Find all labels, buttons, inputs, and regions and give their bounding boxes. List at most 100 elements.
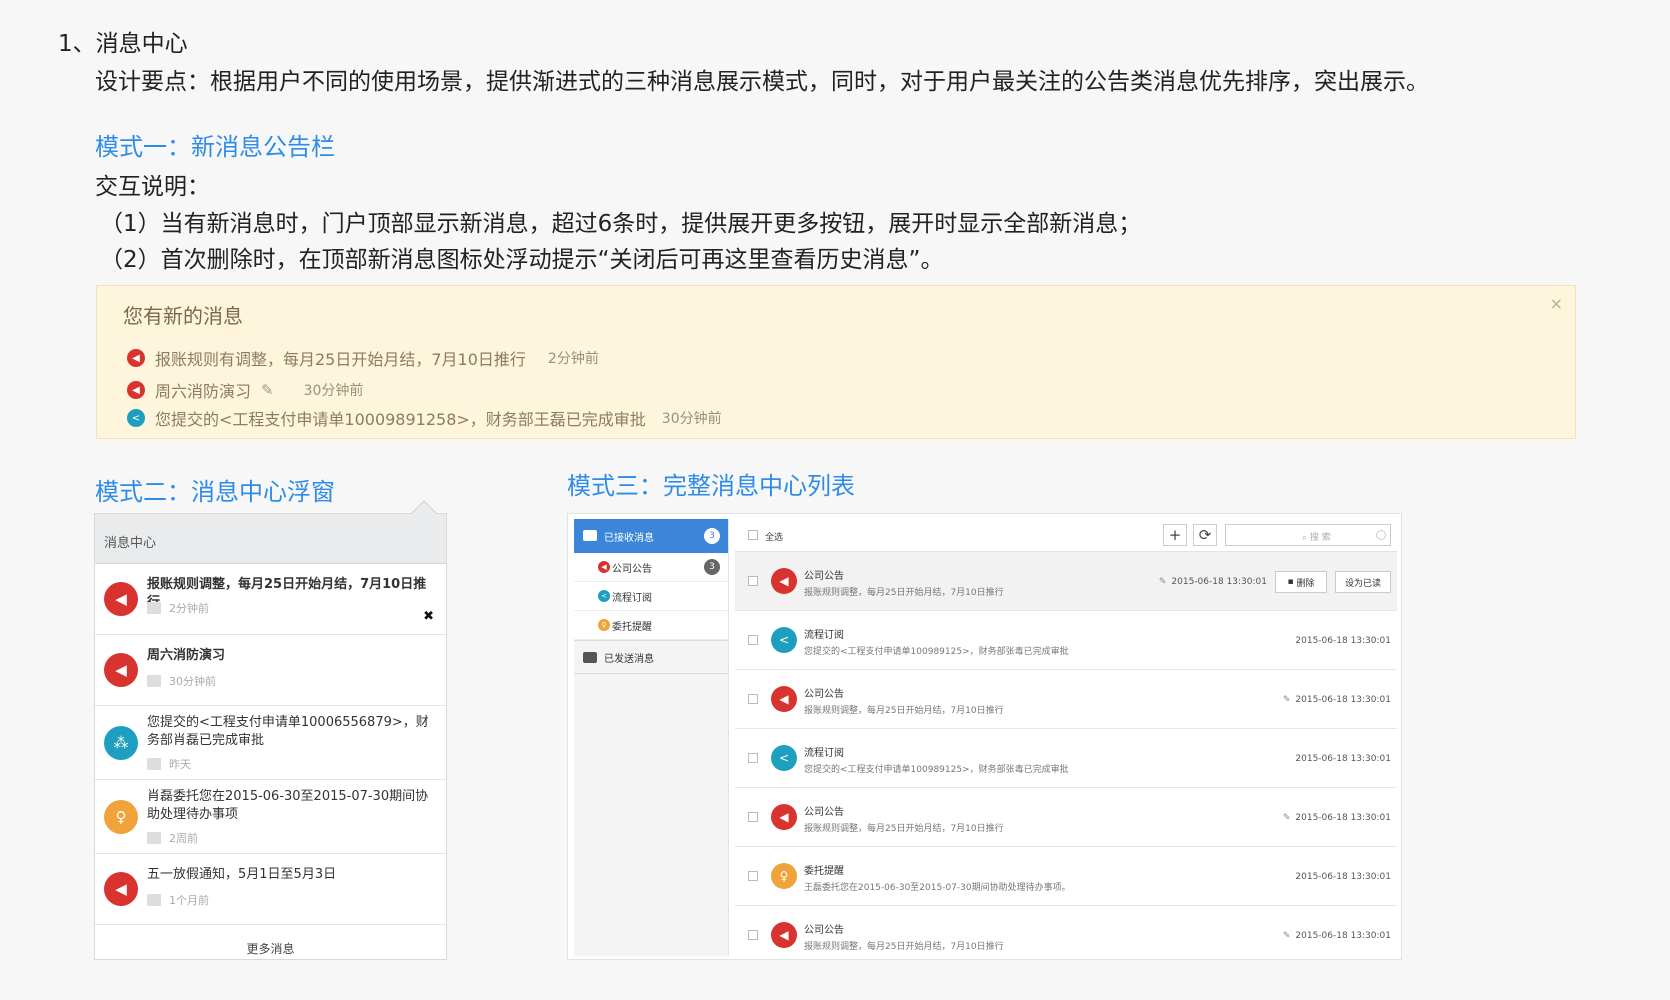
trash-icon: ▪ [1287, 577, 1297, 587]
row-checkbox[interactable] [748, 753, 758, 763]
delete-icon[interactable]: ✖ [423, 609, 434, 624]
notice-item[interactable]: ◀ 周六消防演习 ✎ 30分钟前 [127, 378, 363, 402]
share-icon: < [771, 745, 797, 771]
megaphone-icon: ◀ [771, 804, 797, 830]
message-text: 周六消防演习 [147, 648, 226, 663]
workflow-icon: ⁂ [104, 726, 138, 760]
table-row[interactable]: ◀ 公司公告 报账规则调整，每月25日开始月结，7月10日推行 ✎ 2015-06… [735, 906, 1397, 965]
popup-message-item[interactable]: ⁂ 您提交的<工程支付申请单10006556879>，财务部肖磊已完成审批 昨天 [95, 706, 446, 780]
calendar-icon [147, 832, 161, 844]
row-summary: 报账规则调整，每月25日开始月结，7月10日推行 [804, 706, 1004, 716]
popup-message-item[interactable]: ♀ 肖磊委托您在2015-06-30至2015-07-30期间协助处理待办事项 … [95, 780, 446, 854]
row-summary: 报账规则调整，每月25日开始月结，7月10日推行 [804, 824, 1004, 834]
megaphone-icon: ◀ [771, 686, 797, 712]
calendar-icon [147, 602, 161, 614]
megaphone-icon: ◀ [127, 381, 145, 399]
share-icon: < [771, 627, 797, 653]
table-row[interactable]: < 流程订阅 您提交的<工程支付申请单100989125>，财务部张毒已完成审批… [735, 611, 1397, 670]
notice-item-text: 您提交的<工程支付申请单10009891258>，财务部王磊已完成审批 [155, 410, 646, 429]
megaphone-icon: ◀ [771, 568, 797, 594]
search-input[interactable]: ⌕ 搜 索 [1225, 524, 1391, 546]
message-text: 五一放假通知，5月1日至5月3日 [147, 867, 337, 882]
share-icon: < [127, 409, 145, 427]
mark-read-button[interactable]: 设为已读 [1335, 571, 1391, 593]
close-icon[interactable]: × [1550, 294, 1563, 313]
table-row[interactable]: < 流程订阅 您提交的<工程支付申请单100989125>，财务部张毒已完成审批… [735, 729, 1397, 788]
popup-message-item[interactable]: ◀ 周六消防演习 30分钟前 [95, 635, 446, 706]
notice-item-time: 30分钟前 [661, 411, 722, 427]
interaction-line-1: （1）当有新消息时，门户顶部显示新消息，超过6条时，提供展开更多按钮，展开时显示… [100, 211, 1142, 237]
row-category: 公司公告 [804, 807, 844, 818]
search-icon: ⌕ [1302, 533, 1310, 543]
table-row[interactable]: ♀ 委托提醒 王磊委托您在2015-06-30至2015-07-30期间协助处理… [735, 847, 1397, 906]
delegate-icon: ♀ [771, 863, 797, 889]
megaphone-icon: ◀ [127, 349, 145, 367]
row-summary: 您提交的<工程支付申请单100989125>，财务部张毒已完成审批 [804, 647, 1069, 657]
paperclip-icon: ✎ [1282, 813, 1291, 823]
message-time: 昨天 [147, 756, 191, 772]
notice-item-text: 报账规则有调整，每月25日开始月结，7月10日推行 [155, 350, 526, 369]
popup-header: 消息中心 [95, 514, 446, 564]
row-category: 流程订阅 [804, 748, 844, 759]
message-text: 肖磊委托您在2015-06-30至2015-07-30期间协助处理待办事项 [147, 789, 429, 822]
sidebar-item-inbox[interactable]: 已接收消息 3 [574, 519, 728, 553]
delete-button[interactable]: ▪ 删除 [1275, 571, 1327, 593]
row-checkbox[interactable] [748, 871, 758, 881]
popup-message-item[interactable]: ◀ 报账规则调整，每月25日开始月结，7月10日推行 2分钟前 ✖ [95, 564, 446, 635]
list-toolbar: 全选 + ⟳ ⌕ 搜 索 [735, 519, 1397, 552]
message-sidebar: 已接收消息 3 ◀ 公司公告 3 < 流程订阅 ♀ 委托提醒 已发送消息 [574, 519, 729, 956]
notice-item[interactable]: ◀ 报账规则有调整，每月25日开始月结，7月10日推行 2分钟前 [127, 346, 599, 370]
select-all-checkbox[interactable] [748, 530, 758, 540]
more-messages-link[interactable]: 更多消息 [95, 925, 446, 957]
mode2-title: 模式二：消息中心浮窗 [95, 478, 335, 506]
row-date: 2015-06-18 13:30:01 [1295, 636, 1391, 646]
sidebar-item-workflow[interactable]: < 流程订阅 [574, 582, 728, 611]
megaphone-icon: ◀ [104, 653, 138, 687]
interaction-line-2: （2）首次删除时，在顶部新消息图标处浮动提示“关闭后可再这里查看历史消息”。 [100, 247, 944, 273]
row-summary: 您提交的<工程支付申请单100989125>，财务部张毒已完成审批 [804, 765, 1069, 775]
message-time: 2周前 [147, 830, 198, 846]
calendar-icon [147, 758, 161, 770]
announcement-count-badge: 3 [704, 559, 720, 575]
row-checkbox[interactable] [748, 812, 758, 822]
row-date: ✎ 2015-06-18 13:30:01 [1158, 577, 1267, 587]
design-note: 设计要点：根据用户不同的使用场景，提供渐进式的三种消息展示模式，同时，对于用户最… [95, 69, 1429, 95]
row-date: ✎ 2015-06-18 13:30:01 [1282, 695, 1391, 705]
sidebar-item-sent[interactable]: 已发送消息 [574, 640, 728, 674]
row-date: 2015-06-18 13:30:01 [1295, 872, 1391, 882]
share-icon: < [598, 590, 610, 602]
notice-item-time: 2分钟前 [547, 351, 599, 367]
row-summary: 王磊委托您在2015-06-30至2015-07-30期间协助处理待办事项。 [804, 883, 1071, 893]
row-category: 公司公告 [804, 689, 844, 700]
row-category: 委托提醒 [804, 866, 844, 877]
paperclip-icon: ✎ [1282, 695, 1291, 705]
add-button[interactable]: + [1163, 524, 1187, 546]
paperclip-icon: ✎ [1282, 931, 1291, 941]
row-checkbox[interactable] [748, 694, 758, 704]
table-row[interactable]: ◀ 公司公告 报账规则调整，每月25日开始月结，7月10日推行 ✎ 2015-06… [735, 788, 1397, 847]
row-summary: 报账规则调整，每月25日开始月结，7月10日推行 [804, 942, 1004, 952]
inbox-count-badge: 3 [704, 528, 720, 544]
message-time: 2分钟前 [147, 600, 209, 616]
row-checkbox[interactable] [748, 635, 758, 645]
table-row[interactable]: ◀ 公司公告 报账规则调整，每月25日开始月结，7月10日推行 ✎ 2015-06… [735, 670, 1397, 729]
mode1-title: 模式一：新消息公告栏 [95, 133, 335, 161]
megaphone-icon: ◀ [104, 582, 138, 616]
message-list-main: 全选 + ⟳ ⌕ 搜 索 ◀ 公司公告 报账规则调整，每月25日开始月结，7月1… [735, 519, 1397, 956]
message-time: 30分钟前 [147, 673, 216, 689]
notice-item[interactable]: < 您提交的<工程支付申请单10009891258>，财务部王磊已完成审批 30… [127, 406, 722, 430]
clear-icon[interactable] [1376, 530, 1386, 540]
delegate-icon: ♀ [104, 800, 138, 834]
row-checkbox[interactable] [748, 576, 758, 586]
row-date: 2015-06-18 13:30:01 [1295, 754, 1391, 764]
refresh-button[interactable]: ⟳ [1193, 524, 1217, 546]
sidebar-item-announcements[interactable]: ◀ 公司公告 3 [574, 553, 728, 582]
row-checkbox[interactable] [748, 930, 758, 940]
table-row[interactable]: ◀ 公司公告 报账规则调整，每月25日开始月结，7月10日推行 ✎ 2015-06… [735, 552, 1397, 611]
new-message-notice-bar: 您有新的消息 × ◀ 报账规则有调整，每月25日开始月结，7月10日推行 2分钟… [96, 285, 1576, 439]
sidebar-item-delegation[interactable]: ♀ 委托提醒 [574, 611, 728, 640]
row-date: ✎ 2015-06-18 13:30:01 [1282, 813, 1391, 823]
popup-message-item[interactable]: ◀ 五一放假通知，5月1日至5月3日 1个月前 [95, 854, 446, 925]
row-date: ✎ 2015-06-18 13:30:01 [1282, 931, 1391, 941]
select-all-label: 全选 [765, 533, 784, 543]
